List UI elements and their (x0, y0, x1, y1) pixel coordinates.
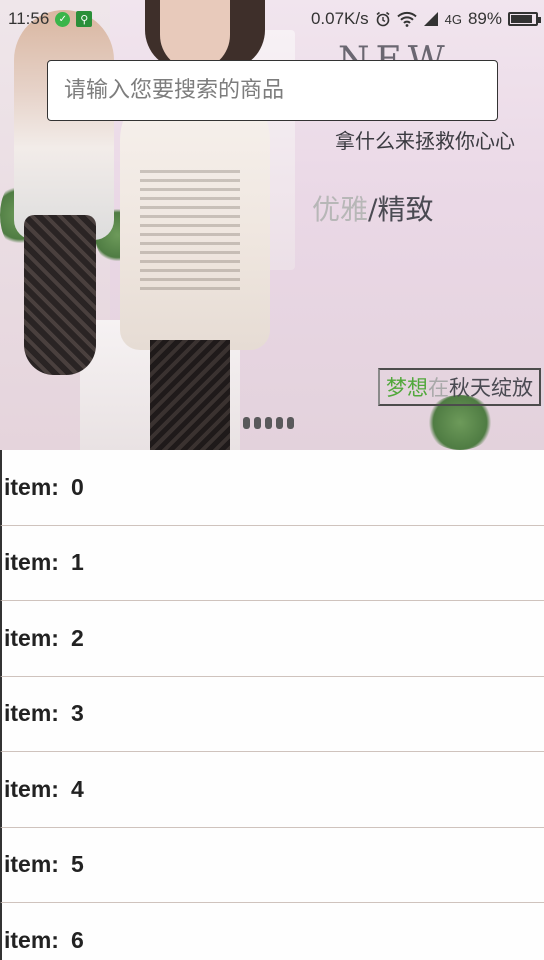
list-item[interactable]: item: 1 (0, 525, 544, 601)
network-type: 4G (444, 11, 462, 27)
model-center-pattern (140, 170, 240, 290)
page-dot[interactable] (287, 417, 294, 429)
item-index: 2 (70, 624, 84, 651)
tagline-refined: 精致 (377, 193, 434, 226)
item-list: item: 0 item: 1 item: 2 item: 3 item: 4 item:… (0, 450, 544, 960)
list-item[interactable]: item: 3 (0, 676, 544, 752)
slogan-autumn: 秋天绽放 (449, 376, 533, 400)
battery-icon (508, 12, 541, 26)
model-center-skirt (150, 340, 230, 450)
status-bar-right: 0.07K/s 4G 89% (310, 9, 541, 29)
battery-percentage: 89% (467, 9, 502, 28)
banner-tagline: 优雅/精致 (312, 188, 433, 228)
page-dot[interactable] (276, 417, 283, 429)
slogan-at: 在 (428, 376, 449, 400)
item-label: item: (4, 775, 59, 802)
slogan-dream: 梦想 (386, 376, 428, 400)
item-label: item: (4, 926, 59, 953)
page-dot[interactable] (265, 417, 272, 429)
page-dot[interactable] (243, 417, 250, 429)
status-bar: 11:56 ✓ ⚲ 0.07K/s 4G 89% (0, 0, 544, 38)
item-label: item: (4, 700, 59, 727)
item-label: item: (4, 851, 59, 878)
list-item[interactable]: item: 2 (0, 601, 544, 677)
item-index: 0 (70, 473, 84, 500)
item-index: 3 (70, 700, 84, 727)
search-box[interactable] (47, 60, 498, 121)
list-item[interactable]: item: 6 (0, 903, 544, 960)
status-bar-left: 11:56 ✓ ⚲ (8, 9, 93, 29)
app-circle-icon: ✓ (55, 11, 71, 27)
item-index: 5 (70, 851, 84, 878)
item-label: item: (4, 549, 59, 576)
alarm-icon (375, 11, 391, 27)
search-input[interactable] (64, 61, 497, 120)
signal-icon (423, 11, 439, 27)
clock: 11:56 (8, 9, 50, 28)
model-left-skirt (24, 215, 96, 375)
page-dot[interactable] (254, 417, 261, 429)
network-speed: 0.07K/s (310, 9, 369, 28)
list-item[interactable]: item: 0 (0, 450, 544, 526)
model-left-figure (14, 10, 114, 240)
app-square-icon: ⚲ (76, 11, 93, 27)
wifi-icon (396, 11, 417, 27)
carousel-page-indicator (243, 417, 294, 429)
item-index: 1 (70, 549, 84, 576)
banner-slogan: 梦想在秋天绽放 (378, 368, 541, 406)
item-label: item: (4, 624, 59, 651)
tagline-elegant: 优雅 (312, 193, 369, 226)
list-item[interactable]: item: 5 (0, 827, 544, 903)
battery-level (511, 15, 533, 23)
item-index: 6 (70, 926, 84, 953)
banner-subtitle: 拿什么来拯救你心心 (335, 129, 515, 153)
list-item[interactable]: item: 4 (0, 752, 544, 828)
item-label: item: (4, 473, 59, 500)
item-index: 4 (70, 775, 84, 802)
